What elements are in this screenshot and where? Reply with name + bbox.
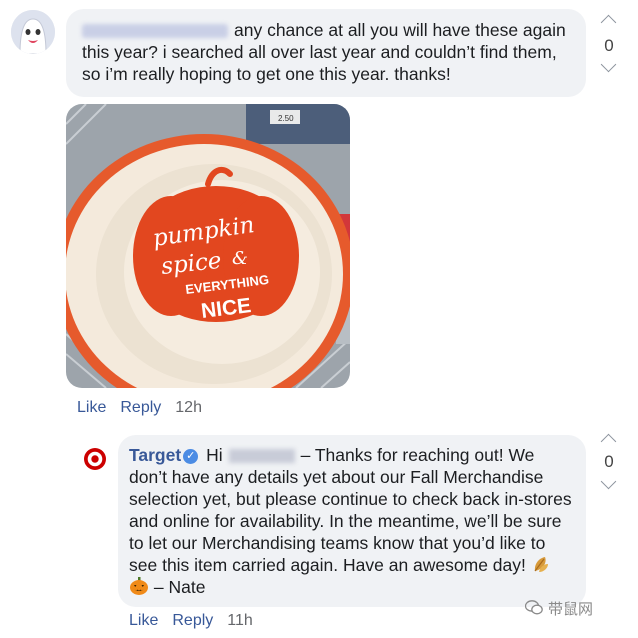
comment-body: any chance at all you will have these ag… (82, 19, 570, 85)
comment-timestamp[interactable]: 12h (175, 399, 202, 416)
reply-body: Target ✓ Hi – Thanks for reaching out! We … (129, 444, 575, 598)
upvote-chevron-icon[interactable] (600, 14, 617, 31)
price-tag: 2.50 (278, 114, 294, 123)
reply-timestamp[interactable]: 11h (227, 612, 253, 629)
comment-bubble: any chance at all you will have these ag… (66, 9, 586, 97)
pie-plate-image: 2.50 pumpkin spice & EVERYTHING NICE (66, 104, 350, 388)
reply-author-name[interactable]: Target (129, 445, 181, 465)
reply-text: – Thanks for reaching out! We don’t have… (129, 445, 572, 575)
downvote-chevron-icon[interactable] (600, 56, 617, 73)
comment-author-name[interactable] (82, 24, 228, 39)
wechat-icon (525, 600, 543, 615)
reply-vote-count: 0 (604, 452, 614, 471)
reply-upvote-chevron-icon[interactable] (600, 433, 617, 450)
plate-text-ampersand: & (232, 248, 248, 269)
verified-badge-icon: ✓ (183, 448, 199, 464)
comment-photo[interactable]: 2.50 pumpkin spice & EVERYTHING NICE (66, 104, 350, 388)
reply-actions: Like Reply 11h (129, 612, 267, 630)
target-logo-icon (84, 448, 106, 470)
reply-greeting: Hi (206, 445, 223, 465)
jack-o-lantern-emoji-icon (130, 577, 148, 595)
reply-like-link[interactable]: Like (129, 612, 158, 629)
reply-signature: – Nate (153, 577, 206, 597)
comment-actions: Like Reply 12h (77, 399, 216, 417)
fallen-leaf-emoji-icon (534, 557, 548, 572)
ghost-avatar-icon (11, 10, 55, 54)
watermark-text: 带鼠网 (548, 601, 594, 618)
reply-downvote-chevron-icon[interactable] (600, 473, 617, 490)
like-link[interactable]: Like (77, 399, 106, 416)
reply-link[interactable]: Reply (120, 399, 161, 416)
recipient-name[interactable] (228, 449, 295, 464)
reply-bubble: Target ✓ Hi – Thanks for reaching out! We … (118, 435, 586, 607)
comment-vote-count: 0 (604, 36, 614, 55)
reply-reply-link[interactable]: Reply (172, 612, 213, 629)
commenter-avatar[interactable] (11, 10, 55, 54)
target-avatar[interactable] (80, 444, 110, 474)
